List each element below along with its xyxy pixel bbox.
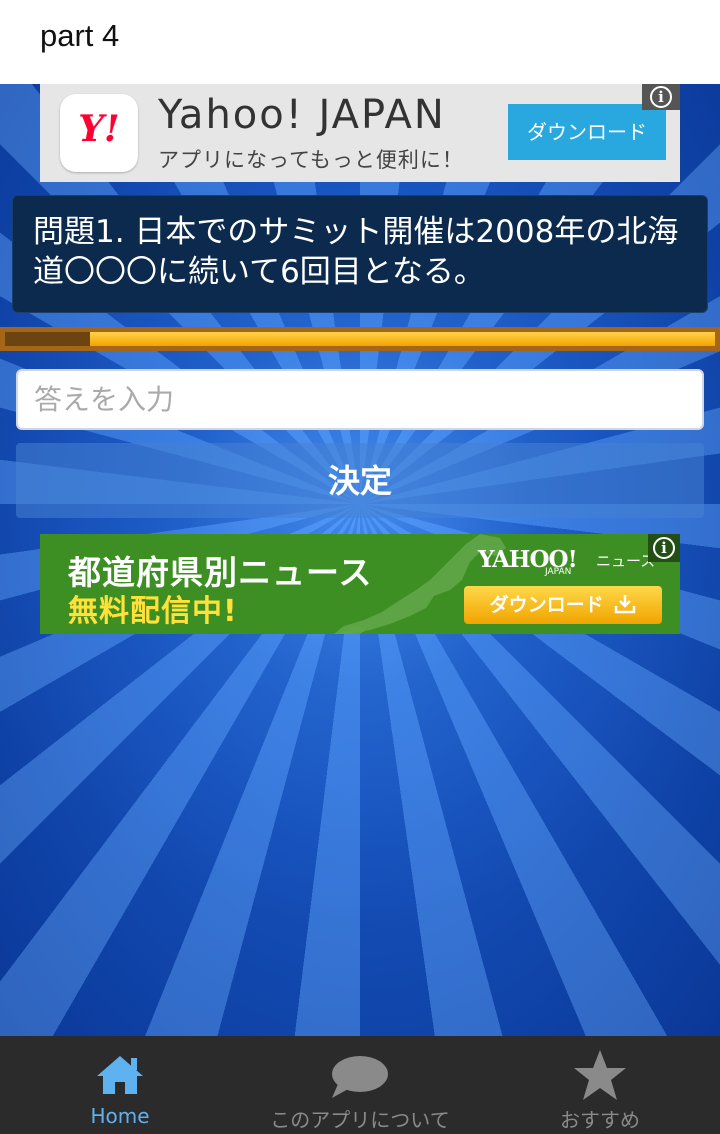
ad-download-button[interactable]: ダウンロード (508, 104, 666, 160)
nav-home[interactable]: Home (0, 1036, 240, 1134)
ad-tagline: アプリになってもっと便利に！ (158, 148, 464, 172)
question-text: 問題1. 日本でのサミット開催は2008年の北海道〇〇〇に続いて6回目となる。 (33, 214, 679, 290)
ad-subheadline: 無料配信中! (68, 594, 238, 629)
ad-info-button[interactable]: i (648, 534, 680, 562)
bottom-navigation: Home このアプリについて おすすめ (0, 1036, 720, 1134)
yahoo-japan-sub: JAPAN (545, 567, 572, 577)
ad-info-button[interactable]: i (642, 84, 680, 110)
timer-progress-bar (0, 327, 720, 351)
news-label: ニュース (596, 552, 656, 570)
ad-news-download-button[interactable]: ダウンロード (464, 586, 662, 624)
download-icon (615, 595, 636, 614)
nav-recommend-label: おすすめ (560, 1108, 640, 1132)
answer-input[interactable] (16, 369, 704, 430)
info-icon: i (653, 537, 675, 559)
info-icon: i (650, 86, 672, 108)
ad-app-name: Yahoo! JAPAN (158, 92, 446, 138)
nav-about-app[interactable]: このアプリについて (240, 1036, 480, 1134)
nav-recommend[interactable]: おすすめ (480, 1036, 720, 1134)
question-panel: 問題1. 日本でのサミット開催は2008年の北海道〇〇〇に続いて6回目となる。 (12, 195, 708, 313)
app-title: part 4 (40, 18, 120, 53)
speech-bubble-icon (332, 1056, 388, 1098)
submit-button[interactable]: 決定 (16, 443, 704, 518)
nav-about-app-label: このアプリについて (270, 1108, 450, 1132)
app-bar: part 4 (0, 0, 720, 84)
yahoo-app-ad-banner[interactable]: Y! Yahoo! JAPAN アプリになってもっと便利に！ ダウンロード i (40, 84, 680, 182)
nav-home-label: Home (90, 1104, 150, 1128)
yahoo-news-ad-banner[interactable]: 都道府県別ニュース 無料配信中! YAHOO! JAPAN ニュース ダウンロー… (40, 534, 680, 634)
yahoo-logo: Y! (60, 94, 138, 172)
star-icon (574, 1050, 626, 1100)
home-icon (97, 1056, 143, 1094)
timer-progress-fill (90, 332, 715, 346)
